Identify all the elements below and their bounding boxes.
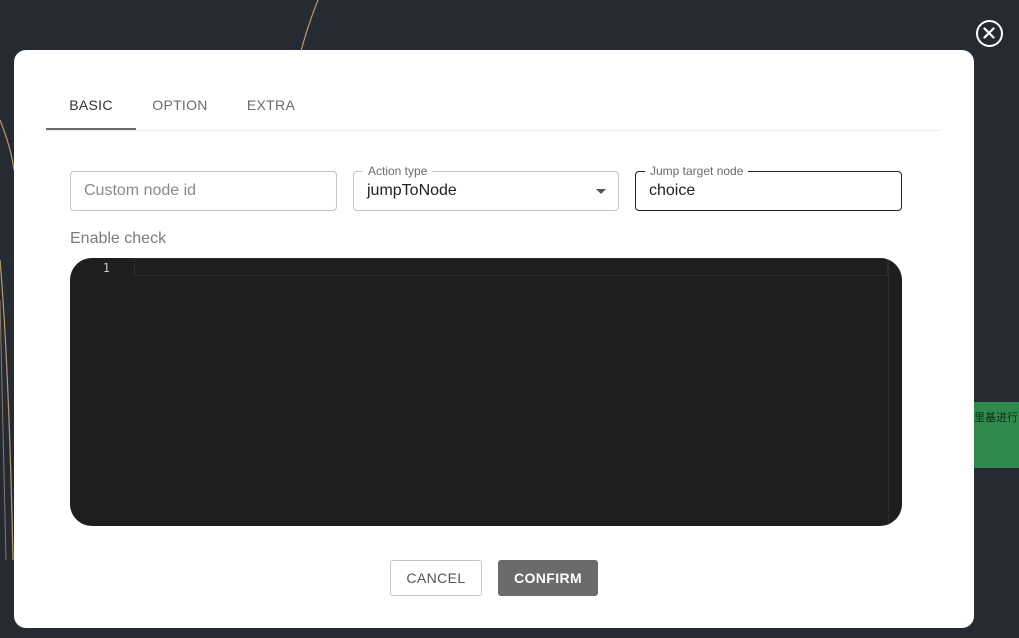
enable-check-label: Enable check: [70, 230, 167, 247]
flow-node[interactable]: 里基进行了: [968, 402, 1019, 468]
editor-gutter: 1: [70, 258, 134, 526]
enable-check-code-editor[interactable]: 1: [70, 258, 902, 526]
close-icon: [983, 27, 995, 39]
caret-down-icon[interactable]: [596, 189, 606, 194]
tab-basic[interactable]: BASIC: [46, 82, 136, 130]
active-tab-indicator: [46, 128, 136, 130]
editor-scrollbar[interactable]: [888, 258, 902, 526]
jump-target-node-field[interactable]: Jump target node: [635, 164, 902, 211]
line-number: 1: [102, 261, 110, 275]
tab-bar: BASIC OPTION EXTRA: [46, 82, 941, 131]
node-settings-dialog: BASIC OPTION EXTRA Action type jumpToNod…: [14, 50, 974, 628]
jump-target-node-input[interactable]: [649, 172, 874, 210]
editor-current-line[interactable]: [134, 258, 888, 276]
custom-node-id-field[interactable]: [70, 171, 337, 211]
action-type-select[interactable]: Action type jumpToNode: [353, 164, 619, 211]
cancel-button[interactable]: CANCEL: [390, 560, 482, 596]
tab-extra[interactable]: EXTRA: [230, 82, 312, 130]
confirm-button[interactable]: CONFIRM: [498, 560, 598, 596]
custom-node-id-input[interactable]: [84, 172, 309, 210]
close-dialog-button[interactable]: [976, 20, 1003, 47]
action-type-value: jumpToNode: [367, 182, 457, 199]
tab-option[interactable]: OPTION: [138, 82, 222, 130]
